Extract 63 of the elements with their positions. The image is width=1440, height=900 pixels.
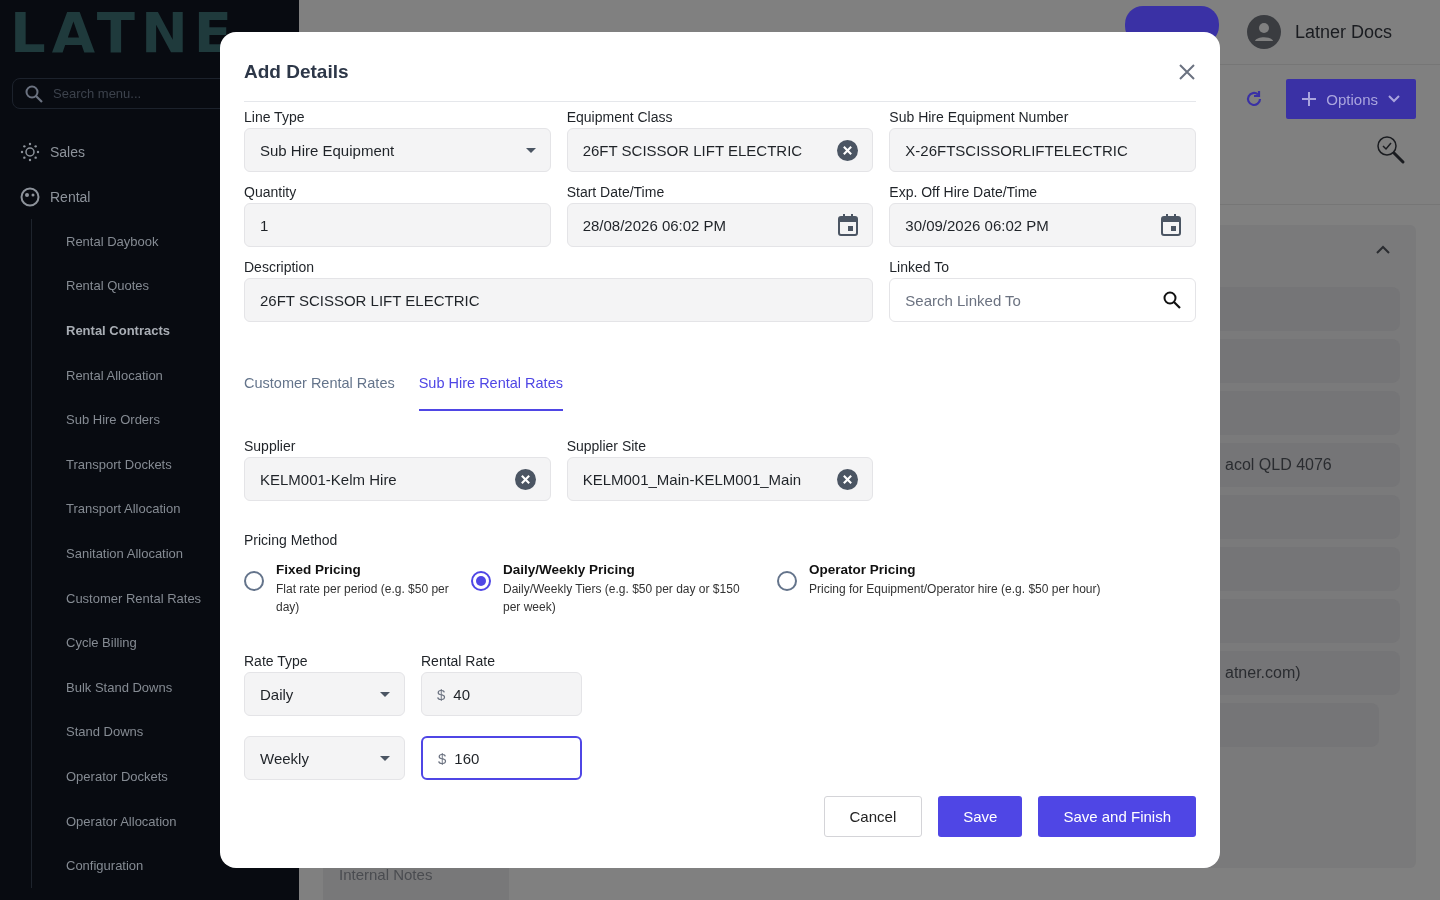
collapse-icon[interactable]	[1376, 245, 1390, 255]
input-field[interactable]: KELM001_Main-KELM001_Main	[566, 457, 874, 501]
calendar-icon[interactable]	[1161, 214, 1181, 236]
search-check-icon[interactable]	[1376, 135, 1406, 165]
calendar-icon[interactable]	[838, 214, 859, 236]
chevron-icon	[1388, 95, 1400, 103]
face-icon	[20, 186, 40, 207]
caret-icon	[525, 147, 536, 153]
close-button[interactable]	[1178, 62, 1196, 81]
clear-icon[interactable]	[514, 468, 536, 490]
clear-icon[interactable]	[837, 468, 859, 490]
save-button[interactable]: Save	[938, 796, 1023, 837]
plus-icon	[1302, 92, 1317, 106]
radio-button[interactable]	[244, 571, 264, 591]
options-button[interactable]: Options	[1286, 79, 1416, 119]
input-field[interactable]: X-26FTSCISSORLIFTELECTRIC	[889, 128, 1196, 172]
detail-text: atner.com)	[1225, 664, 1301, 682]
cancel-button[interactable]: Cancel	[823, 796, 923, 837]
field-label: Linked To	[889, 258, 950, 274]
field-label: Sub Hire Equipment Number	[889, 108, 1070, 124]
field-label: Supplier	[244, 437, 297, 453]
option-description: Pricing for Equipment/Operator hire (e.g. $50 per hour)	[809, 581, 1101, 598]
field-label: Rate Type	[244, 652, 309, 668]
caret-icon	[380, 755, 390, 761]
option-description: Daily/Weekly Tiers (e.g. $50 per day or $150 per week)	[503, 581, 741, 616]
input-field[interactable]: 1	[244, 203, 551, 247]
field-label: Start Date/Time	[566, 183, 666, 199]
input-field[interactable]: $ 40	[421, 672, 582, 716]
field-label: Equipment Class	[566, 108, 674, 124]
field-label: Description	[244, 258, 316, 274]
tab[interactable]: Customer Rental Rates	[244, 357, 395, 411]
save-button[interactable]: Save and Finish	[1038, 796, 1196, 837]
search-icon	[1163, 291, 1181, 309]
radio-button[interactable]	[777, 571, 797, 591]
select-field[interactable]: Sub Hire Equipment	[244, 128, 551, 172]
field-label: Rental Rate	[421, 652, 496, 668]
select-field[interactable]: Daily	[244, 672, 405, 716]
input-field[interactable]: Search Linked To	[889, 278, 1196, 322]
radio-button[interactable]	[471, 571, 491, 591]
field-label: Quantity	[244, 183, 298, 199]
sun-icon	[20, 141, 40, 162]
search-icon	[25, 84, 43, 103]
input-field[interactable]: 26FT SCISSOR LIFT ELECTRIC	[566, 128, 874, 172]
clear-icon[interactable]	[837, 139, 859, 161]
date-field[interactable]: 30/09/2026 06:02 PM	[889, 203, 1196, 247]
avatar-icon[interactable]	[1246, 15, 1281, 49]
option-title: Operator Pricing	[809, 562, 917, 577]
select-field[interactable]: Weekly	[244, 736, 405, 780]
user-name[interactable]: Latner Docs	[1294, 21, 1392, 43]
input-field[interactable]: 26FT SCISSOR LIFT ELECTRIC	[244, 278, 874, 322]
option-description: Flat rate per period (e.g. $50 per day)	[276, 581, 450, 616]
date-field[interactable]: 28/08/2026 06:02 PM	[566, 203, 874, 247]
tab[interactable]: Sub Hire Rental Rates	[418, 357, 563, 411]
field-label: Line Type	[244, 108, 306, 124]
input-field[interactable]: KELM001-Kelm Hire	[244, 457, 551, 501]
field-label: Exp. Off Hire Date/Time	[889, 183, 1039, 199]
input-field[interactable]: $ 160	[421, 736, 582, 780]
section-label: Pricing Method	[244, 532, 339, 548]
option-title: Daily/Weekly Pricing	[503, 562, 636, 577]
caret-icon	[380, 691, 390, 697]
detail-text: acol QLD 4076	[1225, 456, 1332, 474]
option-title: Fixed Pricing	[276, 562, 362, 577]
field-label: Supplier Site	[566, 437, 648, 453]
